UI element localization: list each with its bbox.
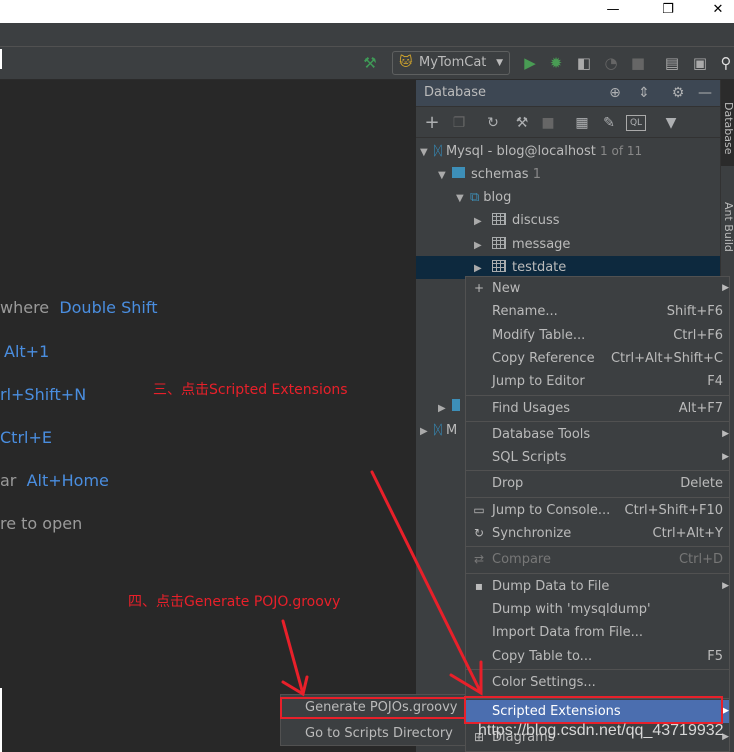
arrow-to-scripted xyxy=(370,470,483,695)
arrow-head xyxy=(449,660,483,696)
annotation-arrows xyxy=(281,470,483,697)
arrow-head xyxy=(281,675,309,697)
watermark: https://blog.csdn.net/qq_43719932 xyxy=(478,722,724,739)
